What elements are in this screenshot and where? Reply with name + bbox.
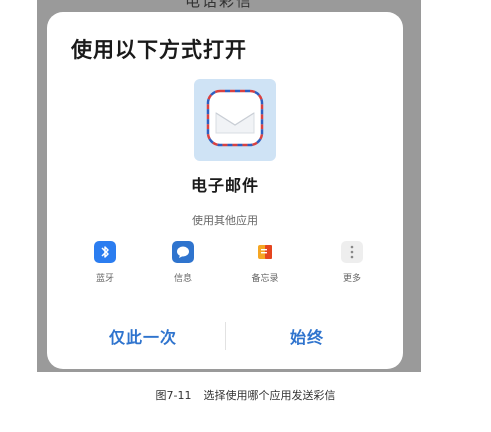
envelope-icon — [206, 89, 264, 147]
primary-app-name[interactable]: 电子邮件 — [47, 172, 403, 196]
app-item-more[interactable]: 更多 — [322, 241, 382, 284]
figure-number: 图7-11 — [155, 389, 192, 402]
figure-caption: 图7-11 选择使用哪个应用发送彩信 — [0, 387, 491, 403]
other-apps-label: 使用其他应用 — [192, 214, 258, 227]
dialog-title: 使用以下方式打开 — [71, 38, 247, 62]
more-icon — [341, 241, 363, 263]
always-button[interactable]: 始终 — [290, 324, 324, 348]
primary-app-tile[interactable] — [194, 79, 276, 161]
message-icon — [172, 241, 194, 263]
memo-icon — [254, 241, 276, 263]
bluetooth-icon — [94, 241, 116, 263]
just-once-button[interactable]: 仅此一次 — [109, 324, 177, 348]
open-with-dialog: 使用以下方式打开 电子邮件 使用其他应用 蓝牙 信息 备忘录 更多 仅此一次 始… — [47, 12, 403, 369]
app-label-more: 更多 — [342, 274, 361, 284]
figure-caption-text: 选择使用哪个应用发送彩信 — [203, 389, 336, 402]
app-item-bluetooth[interactable]: 蓝牙 — [75, 241, 135, 284]
app-label-bluetooth: 蓝牙 — [95, 274, 114, 284]
background-title: 电话彩信 — [185, 0, 254, 10]
other-apps-row: 蓝牙 信息 备忘录 更多 — [47, 241, 403, 291]
app-label-memo: 备忘录 — [251, 274, 279, 284]
button-divider — [225, 322, 226, 350]
app-item-memo[interactable]: 备忘录 — [235, 241, 295, 284]
phone-screen: 电话彩信 使用以下方式打开 电子邮件 使用其他应用 蓝牙 信息 备忘录 更多 仅… — [37, 0, 421, 372]
app-item-message[interactable]: 信息 — [153, 241, 213, 284]
app-label-message: 信息 — [173, 274, 192, 284]
